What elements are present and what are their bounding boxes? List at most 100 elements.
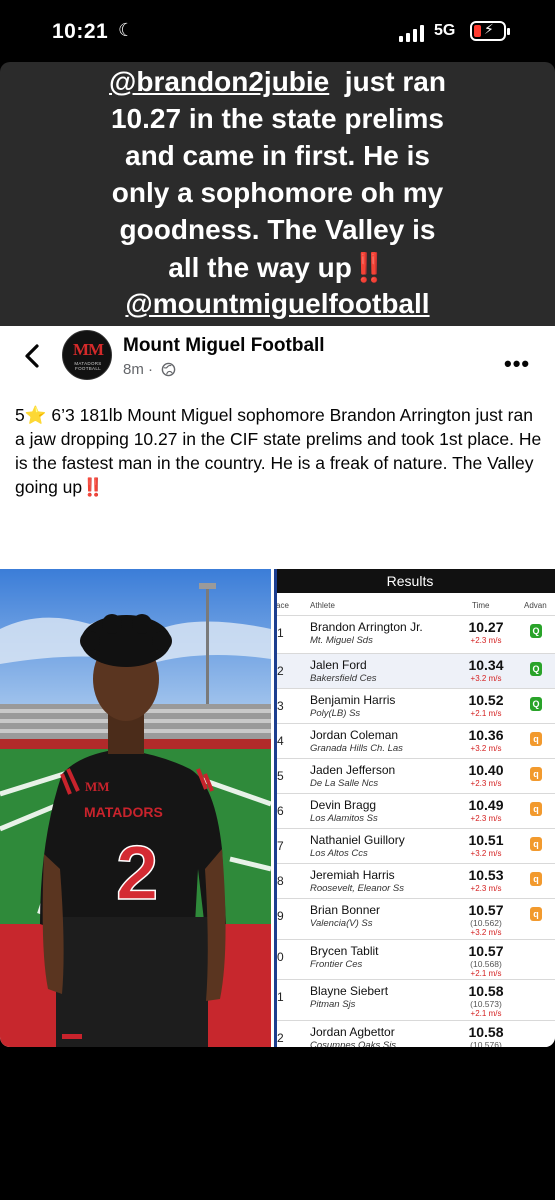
double-exclamation-icon: ‼️ [82, 477, 104, 497]
qualify-badge: q [530, 802, 542, 816]
page-avatar[interactable]: MM MATADORS FOOTBALL [62, 330, 112, 380]
result-subtime: (10.576) [470, 1040, 502, 1047]
result-athlete-name: Jordan Agbettor [310, 1025, 395, 1039]
facebook-post-card: MM MATADORS FOOTBALL Mount Miguel Footba… [0, 326, 555, 1047]
result-row: 1 Brandon Arrington Jr. Mt. Miguel Sds 10.2… [274, 615, 555, 653]
results-title: Results [386, 573, 434, 589]
result-school: Granada Hills Ch. Las [310, 743, 403, 754]
result-wind: +2.1 m/s [470, 969, 502, 978]
result-time: 10.51 [468, 832, 504, 848]
caption-handle-link-2[interactable]: @mountmiguelfootball [125, 288, 429, 319]
result-athlete-name: Jaden Jefferson [310, 763, 396, 777]
col-athlete: Athlete [310, 601, 335, 610]
result-school: De La Salle Ncs [310, 778, 379, 789]
result-athlete-name: Jeremiah Harris [310, 868, 395, 882]
result-place: 8 [277, 874, 284, 888]
result-row: 3 Benjamin Harris Poly(LB) Ss 10.52 +2.1 m/s… [274, 688, 555, 723]
result-wind: +2.3 m/s [470, 636, 502, 645]
moon-icon: ☾ [118, 20, 135, 40]
result-wind: +3.2 m/s [470, 674, 502, 683]
result-time: 10.58 [468, 1024, 504, 1040]
result-time: 10.36 [468, 727, 504, 743]
story-caption: @brandon2jubie just ran 10.27 in the sta… [0, 62, 555, 324]
result-place: 1 [277, 990, 284, 1004]
result-place: 2 [277, 1031, 284, 1045]
result-wind: +3.2 m/s [470, 928, 502, 937]
globe-icon [161, 362, 176, 377]
double-exclamation-icon: ‼️ [351, 252, 387, 283]
result-athlete-name: Nathaniel Guillory [310, 833, 405, 847]
result-athlete-name: Brycen Tablit [310, 944, 379, 958]
result-row: 1 Blayne Siebert Pitman Sjs 10.58 (10.573) +2… [274, 979, 555, 1020]
result-row: 9 Brian Bonner Valencia(V) Ss 10.57 (10.562)… [274, 898, 555, 939]
caption-line-1: @brandon2jubie just ran [109, 66, 446, 97]
result-wind: +2.3 m/s [470, 779, 502, 788]
result-time: 10.57 [468, 902, 504, 918]
back-arrow-icon[interactable] [18, 341, 48, 371]
results-table: Results ace Athlete Time Advan 1 Brandon … [274, 569, 555, 1047]
result-school: Cosumnes Oaks Sjs [310, 1040, 397, 1047]
results-header: Results [274, 569, 555, 593]
qualify-badge: q [530, 767, 542, 781]
photo-illustration: MM MATADORS 2 [0, 569, 271, 1047]
caption-line-4: only a sophomore oh my [111, 177, 444, 208]
battery-icon: ⚡ [470, 21, 510, 41]
caption-handle-link[interactable]: @brandon2jubie [109, 66, 329, 97]
result-place: 3 [277, 699, 284, 713]
result-athlete-name: Blayne Siebert [310, 984, 389, 998]
result-school: Los Alamitos Ss [310, 813, 378, 824]
result-subtime: (10.573) [470, 999, 502, 1009]
result-wind: +3.2 m/s [470, 744, 502, 753]
result-athlete-name: Benjamin Harris [310, 693, 396, 707]
qualify-badge: q [530, 732, 542, 746]
caption-line-2: 10.27 in the state prelims [110, 103, 445, 134]
jersey-team-text: MATADORS [84, 804, 163, 820]
result-school: Pitman Sjs [310, 999, 356, 1010]
caption-line-7: @mountmiguelfootball [0, 288, 555, 320]
result-place: 6 [277, 804, 284, 818]
result-row: 0 Brycen Tablit Frontier Ces 10.57 (10.568) +… [274, 939, 555, 979]
result-row: 6 Devin Bragg Los Alamitos Ss 10.49 +2.3 m/s… [274, 793, 555, 828]
result-row: 5 Jaden Jefferson De La Salle Ncs 10.40 +2.3… [274, 758, 555, 793]
result-wind: +2.1 m/s [470, 709, 502, 718]
result-school: Poly(LB) Ss [310, 708, 361, 719]
jersey-number-text: 2 [116, 831, 158, 916]
result-subtime: (10.568) [470, 959, 502, 969]
chest-logo-text: MM [85, 779, 110, 794]
result-athlete-name: Devin Bragg [310, 798, 377, 812]
status-time: 10:21 [52, 20, 109, 43]
post-body: 5⭐ 6’3 181lb Mount Miguel sophomore Bran… [15, 405, 542, 497]
avatar-sub-text: MATADORS FOOTBALL [74, 361, 102, 371]
result-wind: +2.3 m/s [470, 884, 502, 893]
result-subtime: (10.562) [470, 918, 502, 928]
result-place: 9 [277, 909, 284, 923]
result-row: 2 Jalen Ford Bakersfield Ces 10.34 +3.2 m/s Q [274, 653, 555, 688]
result-time: 10.40 [468, 762, 504, 778]
result-place: 4 [277, 734, 284, 748]
caption-line-3: and came in first. He is [125, 140, 430, 171]
avatar-logo-text: MM [72, 340, 104, 359]
page-name[interactable]: Mount Miguel Football [123, 335, 325, 357]
signal-icon [399, 25, 424, 42]
result-athlete-name: Brian Bonner [310, 903, 381, 917]
col-place: ace [276, 601, 289, 610]
qualify-badge: q [530, 837, 542, 851]
athlete-photo[interactable]: MM MATADORS 2 [0, 569, 271, 1047]
qualify-badge: Q [530, 662, 542, 676]
post-timestamp: 8m · [123, 361, 154, 378]
star-icon: ⭐ [24, 405, 47, 425]
result-athlete-name: Jordan Coleman [310, 728, 399, 742]
qualify-badge: q [530, 907, 542, 921]
col-advance: Advan [524, 601, 547, 610]
result-row: 7 Nathaniel Guillory Los Altos Ccs 10.51 +3.… [274, 828, 555, 863]
result-place: 7 [277, 839, 284, 853]
network-label: 5G [434, 22, 456, 39]
result-time: 10.58 [468, 983, 504, 999]
caption-line-6: all the way up‼️ [168, 252, 387, 283]
result-school: Mt. Miguel Sds [310, 635, 373, 646]
result-row: 2 Jordan Agbettor Cosumnes Oaks Sjs 10.58 (1… [274, 1020, 555, 1047]
result-place: 5 [277, 769, 284, 783]
more-options-icon[interactable]: ••• [504, 351, 530, 377]
result-place: 0 [277, 950, 284, 964]
result-row: 8 Jeremiah Harris Roosevelt, Eleanor Ss 10.… [274, 863, 555, 898]
